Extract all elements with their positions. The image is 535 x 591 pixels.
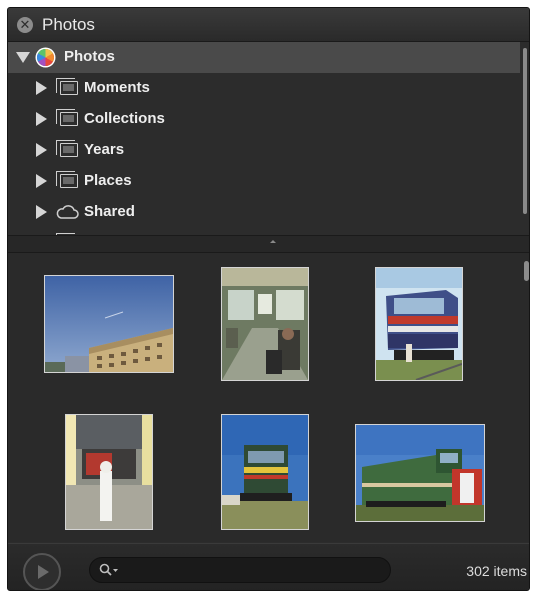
search-input[interactable] [122,561,386,581]
photo-train-interior [222,268,308,380]
disclosure-down-icon[interactable] [16,52,30,63]
disclosure-right-icon[interactable] [36,81,47,95]
tree-item-photos[interactable]: Photos [8,42,520,73]
disclosure-right-icon[interactable] [36,174,47,188]
photo-thumbnail[interactable] [65,414,153,530]
photo-thumbnail[interactable] [375,267,463,381]
photo-thumbnail[interactable] [355,424,485,522]
play-button[interactable] [23,553,61,590]
photo-thumbnail[interactable] [44,275,174,373]
panel-title: Photos [42,15,95,34]
photo-green-locomotive [356,425,484,521]
photos-library-panel: ✕ Photos Photos Moments Collections Year… [7,7,530,591]
folder-icon [56,78,78,95]
split-divider[interactable] [8,235,529,253]
folder-icon [56,171,78,188]
photo-depot-person [66,415,152,529]
photo-sky-building [45,276,173,372]
disclosure-right-icon[interactable] [36,143,47,157]
tree-item-partial [8,228,520,235]
cloud-icon [56,205,79,219]
tree-item-label: Collections [84,110,165,127]
tree-item-label: Shared [84,203,135,220]
photo-thumbnail[interactable] [221,414,309,530]
search-field[interactable] [89,557,391,583]
close-icon[interactable]: ✕ [17,17,33,33]
panel-title-bar: ✕ Photos [8,8,529,42]
photo-grid [8,253,529,542]
tree-item-label: Moments [84,79,150,96]
divider-grip-icon [270,240,276,243]
grid-scrollbar[interactable] [524,261,529,281]
disclosure-right-icon[interactable] [36,112,47,126]
tree-item-moments[interactable]: Moments [8,73,520,104]
tree-scrollbar[interactable] [523,48,527,214]
search-icon [99,563,118,576]
play-icon [38,565,49,579]
folder-icon [56,140,78,157]
folder-icon [56,109,78,126]
tree-item-label: Places [84,172,132,189]
disclosure-right-icon[interactable] [36,205,47,219]
tree-item-label: Photos [64,48,115,65]
photo-locomotive-front [376,268,462,380]
tree-item-shared[interactable]: Shared [8,197,520,228]
tree-item-places[interactable]: Places [8,166,520,197]
tree-item-years[interactable]: Years [8,135,520,166]
item-count-label: 302 items [466,563,527,579]
photo-locomotive-yellow-stripe [222,415,308,529]
tree-item-collections[interactable]: Collections [8,104,520,135]
photos-app-icon [37,49,54,66]
tree-item-label: Years [84,141,125,158]
library-tree: Photos Moments Collections Years Places [8,42,529,235]
photo-thumbnail[interactable] [221,267,309,381]
footer-toolbar: 302 items [8,543,529,590]
